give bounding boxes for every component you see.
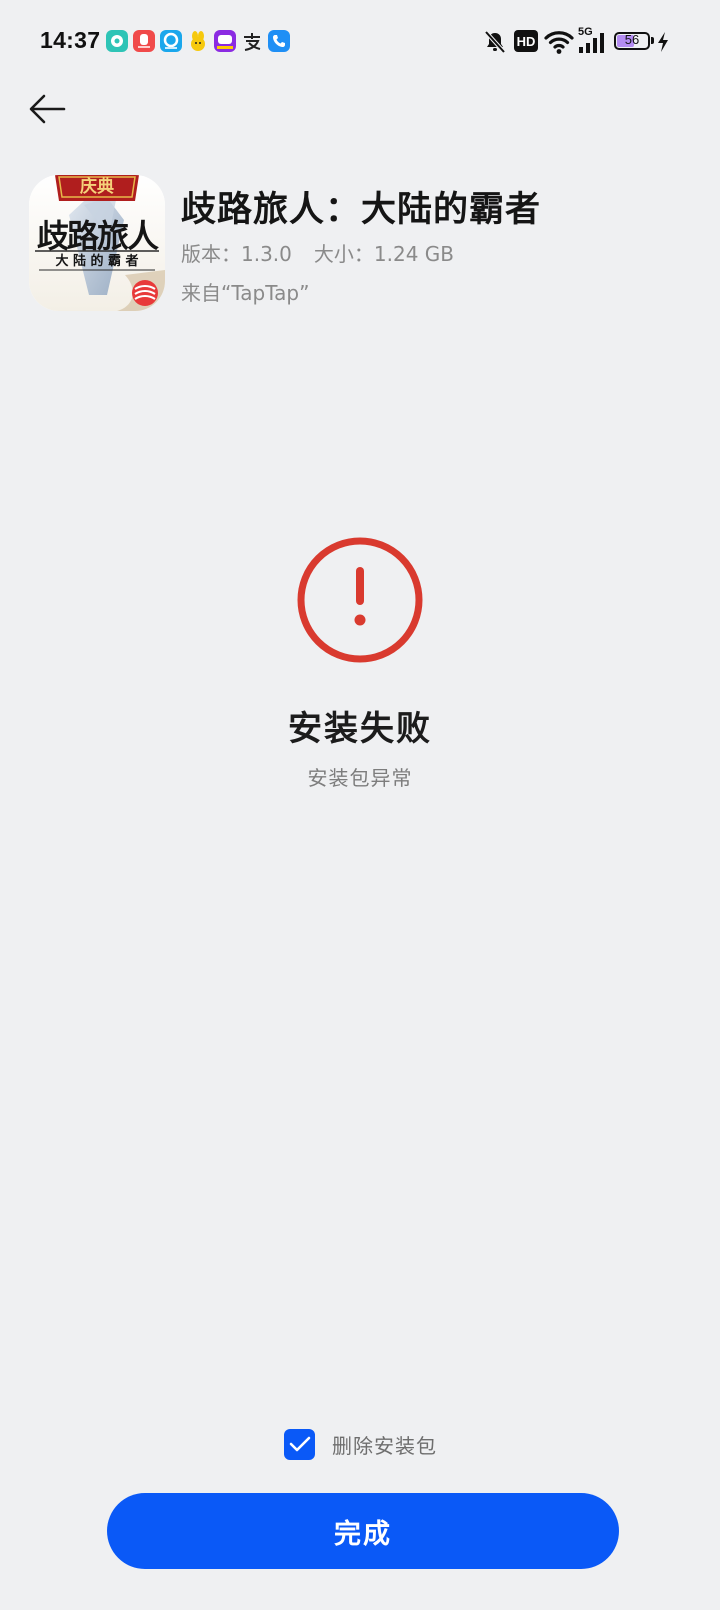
- app-icon: 庆典 歧路旅人 大 陆 的 霸 者: [29, 175, 165, 311]
- app-icon-subtitle: 大 陆 的 霸 者: [55, 254, 139, 269]
- bell-muted-icon: [484, 30, 506, 54]
- app-icon-banner: 庆典: [80, 177, 114, 197]
- arrow-left-icon: [29, 94, 66, 124]
- app-meta: 版本：1.3.0 大小：1.24 GB: [181, 238, 454, 267]
- delete-package-label: 删除安装包: [332, 1433, 437, 1458]
- phone-icon: [268, 30, 290, 52]
- charging-icon: [658, 32, 668, 52]
- chat-app-icon: [106, 30, 128, 52]
- signal-icon: [579, 33, 604, 53]
- status-bar: 14:37 HD 5G 56: [0, 0, 720, 86]
- checkmark-icon: [289, 1436, 310, 1452]
- delete-package-checkbox[interactable]: [284, 1428, 315, 1460]
- done-button[interactable]: 完成: [107, 1493, 619, 1569]
- app-size: 大小：1.24 GB: [313, 242, 454, 266]
- app-version: 版本：1.3.0: [181, 242, 292, 266]
- battery-level: 56: [624, 32, 640, 47]
- browser-app-icon: [160, 30, 182, 52]
- hd-badge-text: HD: [516, 33, 536, 49]
- delete-package-option[interactable]: 删除安装包: [284, 1428, 437, 1460]
- wifi-icon: [544, 31, 574, 54]
- purple-app-icon: [214, 30, 236, 52]
- yellow-app-icon: [187, 30, 209, 52]
- red-app-icon: [133, 30, 155, 52]
- result-title: 安装失败: [288, 709, 432, 749]
- app-source: 来自“TapTap”: [181, 281, 310, 305]
- alipay-icon: [241, 30, 263, 52]
- battery-cap: [651, 37, 654, 44]
- exclamation-circle-icon: [297, 537, 423, 663]
- battery-icon: 56: [614, 32, 650, 50]
- install-result-screen: 14:37 HD 5G 56 庆典 歧路旅人 大 陆 的 霸 者 歧路旅人：大陆…: [0, 0, 720, 1610]
- hd-icon: HD: [514, 30, 538, 52]
- app-icon-title: 歧路旅人: [36, 217, 159, 255]
- app-name: 歧路旅人：大陆的霸者: [181, 190, 542, 230]
- result-detail: 安装包异常: [307, 766, 413, 790]
- back-button[interactable]: [18, 80, 78, 138]
- status-time: 14:37: [40, 27, 101, 53]
- status-right-icons: HD 5G 56: [480, 26, 720, 60]
